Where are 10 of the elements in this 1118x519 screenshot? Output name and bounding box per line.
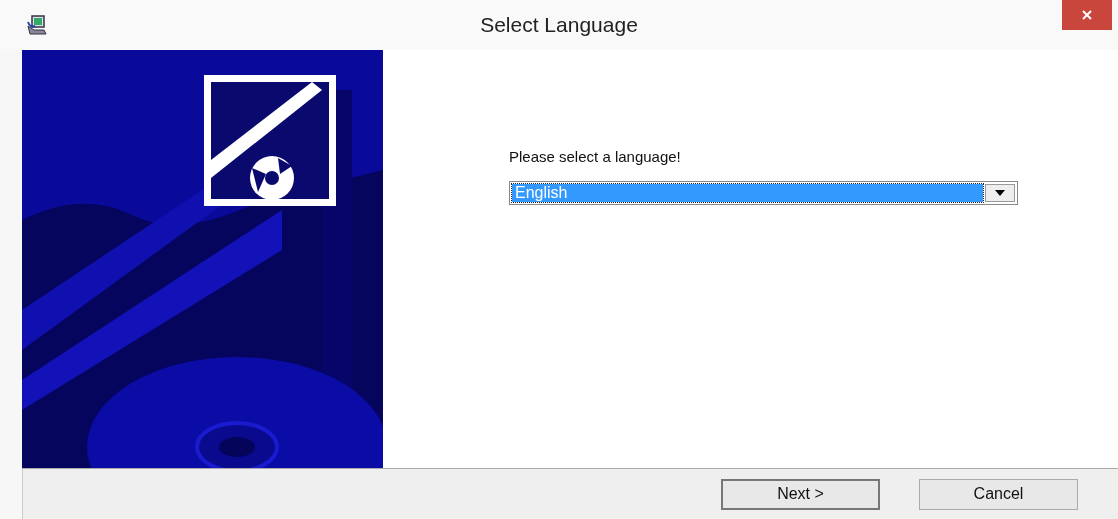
caret-icon [995, 190, 1005, 196]
window-title: Select Language [480, 13, 638, 37]
close-icon [1081, 9, 1093, 21]
computer-icon [26, 14, 48, 36]
dialog-button[interactable]: Cancel [919, 478, 1078, 510]
close-button[interactable] [1062, 0, 1112, 30]
prompt-text: Please select a language! [509, 148, 682, 165]
dialog-button[interactable]: Next > [721, 478, 880, 510]
dropdown-value: English [512, 184, 983, 202]
dropdown-arrow-button[interactable] [985, 184, 1015, 202]
